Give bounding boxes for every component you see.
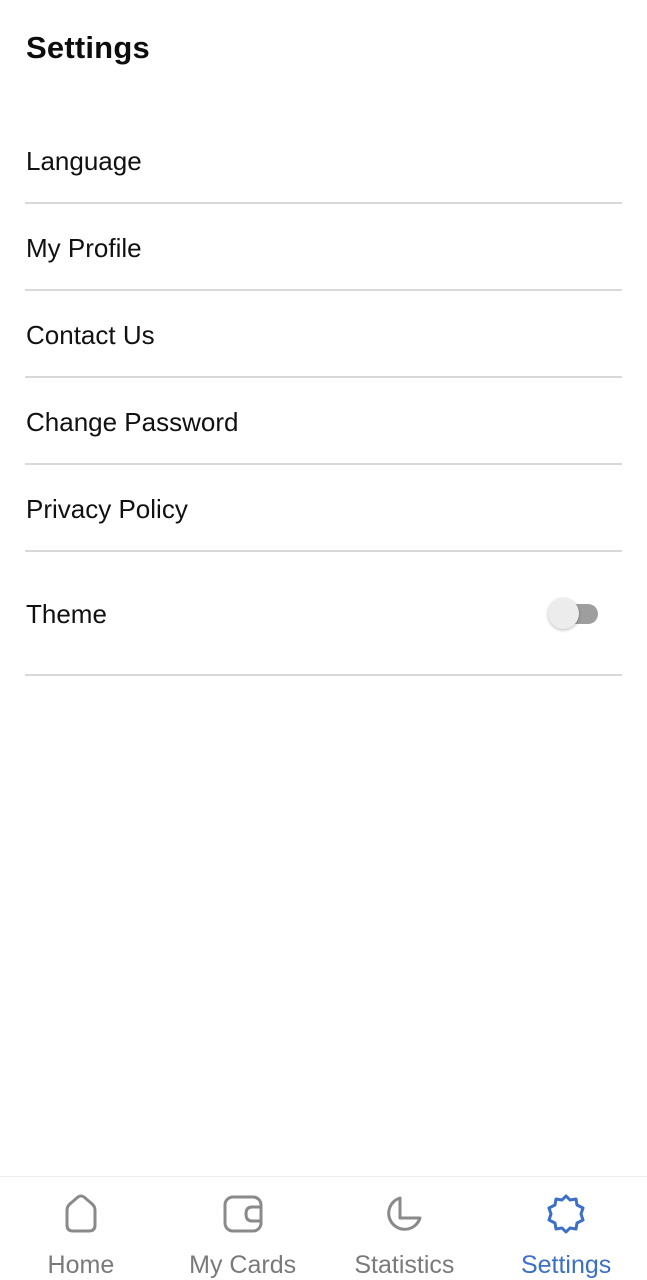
nav-label: Statistics bbox=[354, 1251, 455, 1279]
nav-item-settings[interactable]: Settings bbox=[485, 1177, 647, 1280]
settings-item-language[interactable]: Language bbox=[25, 117, 622, 204]
bottom-navigation: Home My Cards Statistics Settings bbox=[0, 1176, 647, 1280]
settings-item-label: Change Password bbox=[26, 406, 239, 437]
settings-item-contact-us[interactable]: Contact Us bbox=[25, 291, 622, 378]
home-icon bbox=[58, 1191, 104, 1237]
settings-gear-icon bbox=[543, 1191, 589, 1237]
settings-item-label: Privacy Policy bbox=[26, 493, 188, 524]
settings-item-theme: Theme bbox=[25, 552, 622, 676]
settings-item-label: My Profile bbox=[26, 232, 142, 263]
nav-item-home[interactable]: Home bbox=[0, 1177, 162, 1280]
nav-item-statistics[interactable]: Statistics bbox=[324, 1177, 486, 1280]
settings-item-change-password[interactable]: Change Password bbox=[25, 378, 622, 465]
settings-screen: Settings Language My Profile Contact Us … bbox=[0, 0, 647, 1280]
settings-list: Language My Profile Contact Us Change Pa… bbox=[25, 117, 622, 676]
nav-item-my-cards[interactable]: My Cards bbox=[162, 1177, 324, 1280]
settings-item-label: Language bbox=[26, 145, 142, 176]
nav-label: My Cards bbox=[189, 1251, 297, 1279]
theme-toggle[interactable] bbox=[548, 593, 604, 633]
settings-item-privacy-policy[interactable]: Privacy Policy bbox=[25, 465, 622, 552]
pie-chart-icon bbox=[381, 1191, 427, 1237]
theme-label: Theme bbox=[26, 599, 107, 629]
nav-label: Home bbox=[47, 1251, 115, 1279]
settings-item-label: Contact Us bbox=[26, 319, 155, 350]
nav-label: Settings bbox=[520, 1251, 612, 1279]
wallet-icon bbox=[220, 1191, 266, 1237]
theme-toggle-thumb bbox=[548, 598, 579, 629]
settings-item-my-profile[interactable]: My Profile bbox=[25, 204, 622, 291]
page-title: Settings bbox=[26, 30, 150, 65]
